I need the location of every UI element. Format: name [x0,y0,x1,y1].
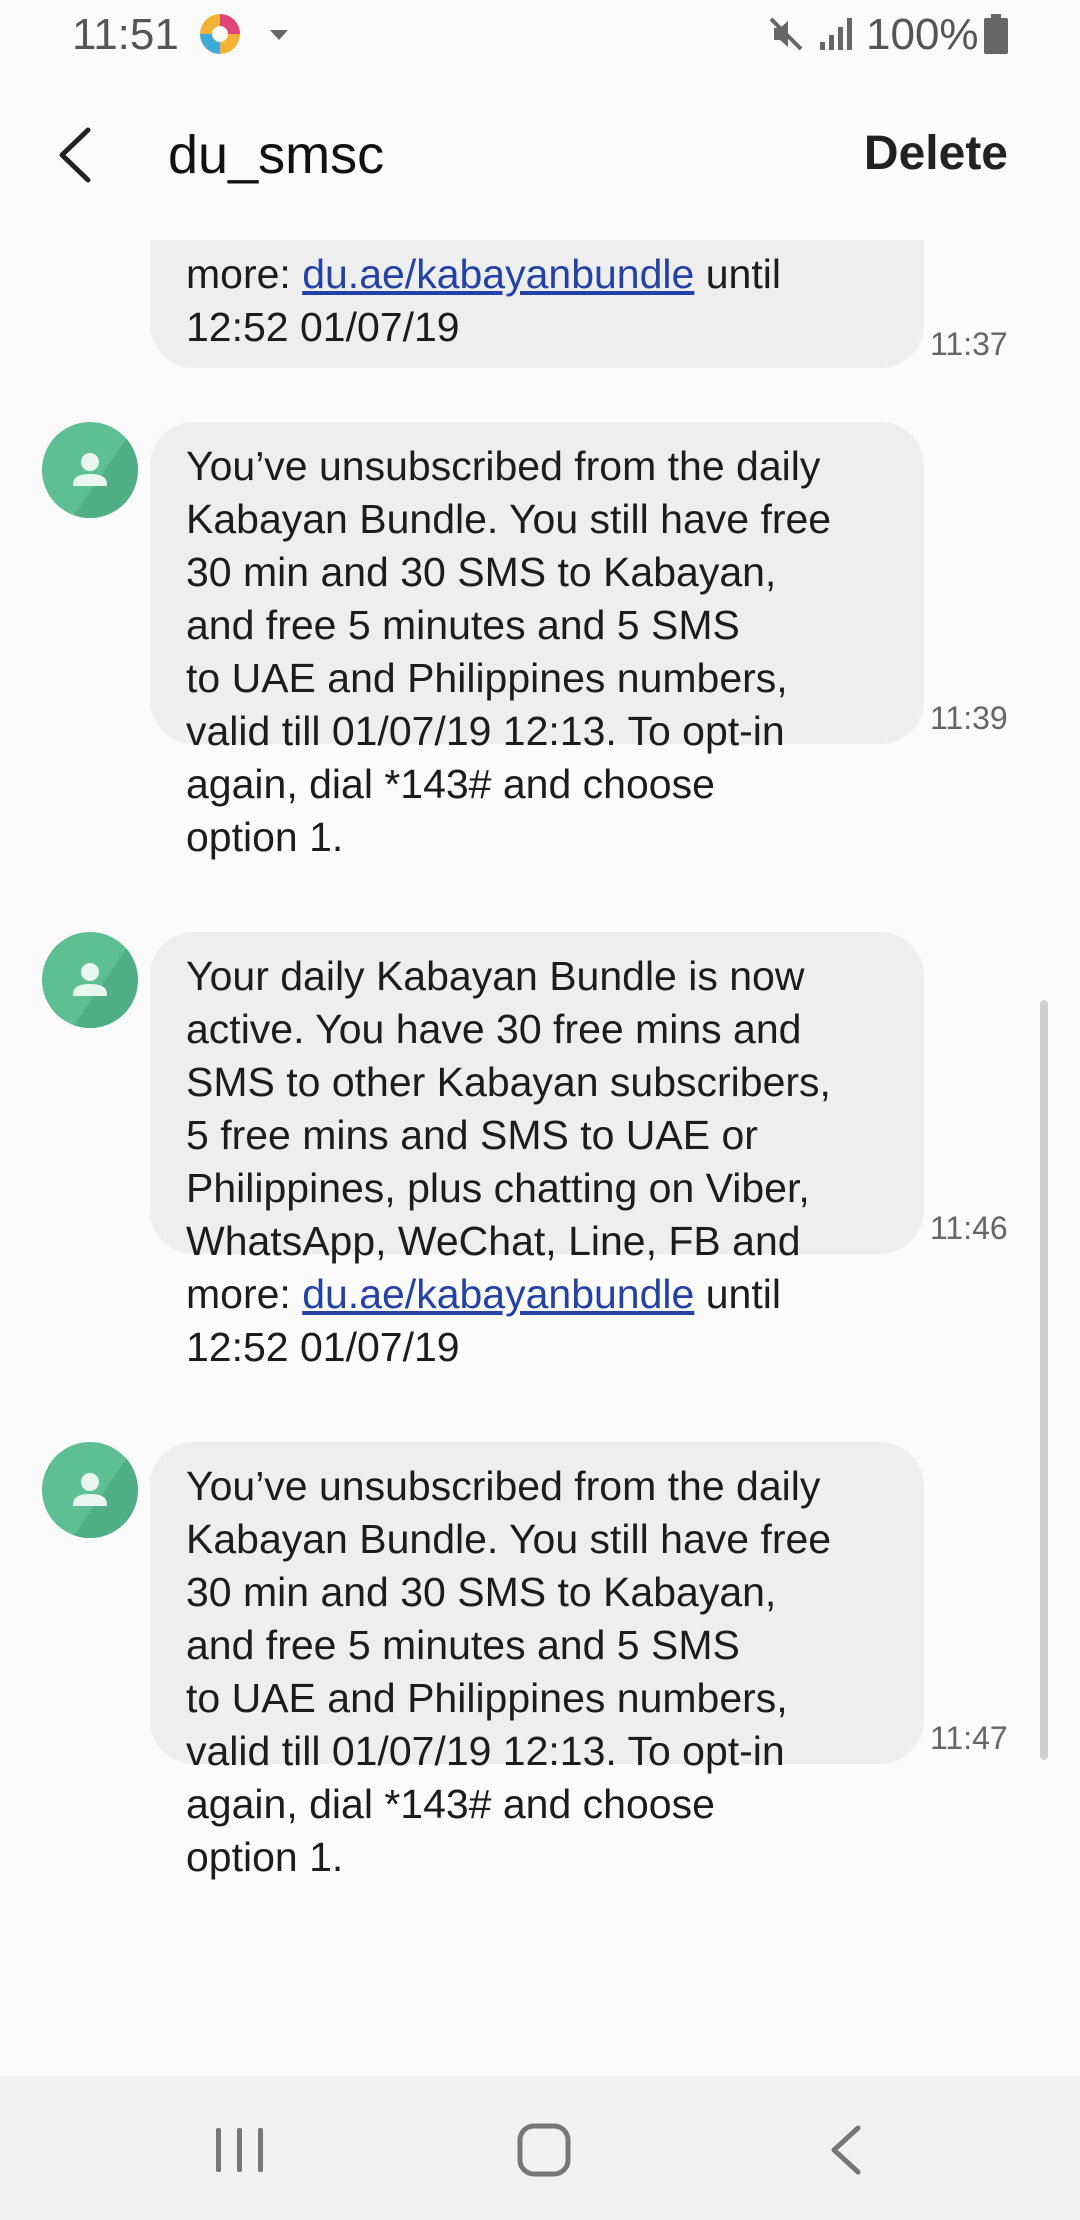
status-time: 11:51 [72,10,179,59]
person-icon [72,932,138,1028]
conversation-title: du_smsc [168,125,385,185]
message-thread[interactable]: more: du.ae/kabayanbundle until 12:52 01… [0,240,1080,2070]
message-bubble[interactable]: more: du.ae/kabayanbundle until 12:52 01… [150,240,924,368]
dropdown-caret-icon[interactable] [270,30,288,40]
contact-avatar[interactable] [42,1442,138,1538]
app-notification-icon [200,14,240,54]
battery-percent: 100% [866,10,979,59]
message-time: 11:47 [930,1720,1008,1756]
contact-avatar[interactable] [42,932,138,1028]
message-time: 11:39 [930,700,1008,736]
message-bubble[interactable]: You’ve unsubscribed from the daily Kabay… [150,422,924,860]
signal-icon [820,18,852,50]
conversation-header: du_smsc Delete [0,100,1080,220]
message-link[interactable]: du.ae/kabayanbundle [302,1271,694,1317]
navigation-bar [0,2076,1080,2220]
mute-icon [769,17,803,51]
message-time: 11:37 [930,326,1008,362]
message-bubble[interactable]: You’ve unsubscribed from the daily Kabay… [150,1442,924,1880]
scrollbar[interactable] [1040,1000,1048,1760]
delete-button[interactable]: Delete [864,126,1008,181]
battery-icon [984,14,1008,54]
person-icon [72,422,138,518]
message-time: 11:46 [930,1210,1008,1246]
back-arrow-icon[interactable] [48,120,108,190]
contact-avatar[interactable] [42,422,138,518]
home-icon[interactable] [516,2122,572,2178]
person-icon [72,1442,138,1538]
message-bubble[interactable]: Your daily Kabayan Bundle is now active.… [150,932,924,1370]
recent-apps-icon[interactable] [210,2128,270,2172]
status-bar: 11:51 100% [0,0,1080,72]
message-link[interactable]: du.ae/kabayanbundle [302,251,694,297]
nav-back-icon[interactable] [826,2122,866,2178]
